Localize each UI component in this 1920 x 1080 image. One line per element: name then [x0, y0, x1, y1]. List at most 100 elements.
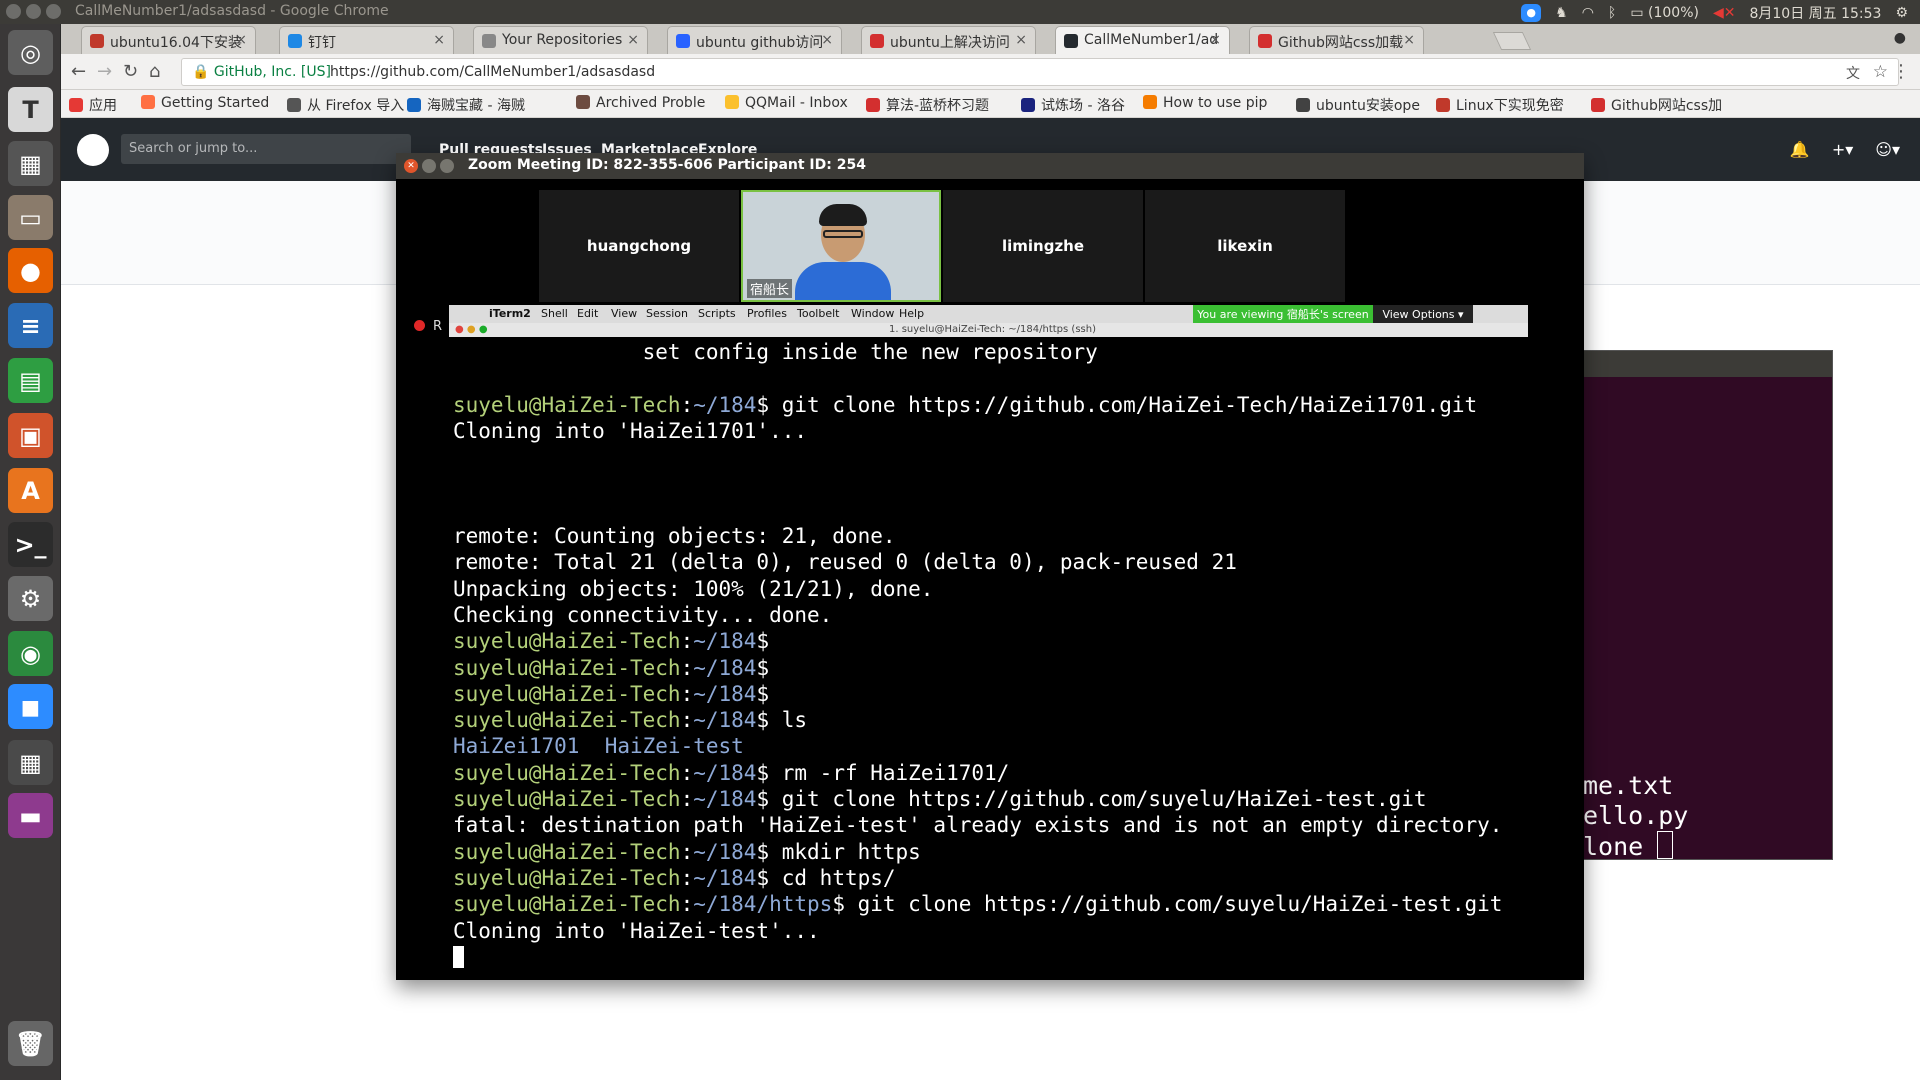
app-icon[interactable]: ▬ — [8, 793, 53, 838]
files-icon[interactable]: ▭ — [8, 195, 53, 240]
browser-tab[interactable]: ubuntu上解决访问 × — [861, 26, 1036, 54]
participant-glasses — [823, 230, 863, 238]
browser-tab[interactable]: 钉钉 × — [279, 26, 454, 54]
datetime[interactable]: 8月10日 周五 15:53 — [1749, 3, 1881, 23]
bookmark-item[interactable]: ubuntu安装ope — [1296, 95, 1420, 115]
close-tab-icon[interactable]: × — [1209, 32, 1221, 48]
settings-icon[interactable]: ⚙ — [8, 576, 53, 621]
address-bar[interactable]: 🔒 GitHub, Inc. [US] https://github.com/C… — [181, 58, 1899, 86]
zoom-titlebar[interactable]: ✕ Zoom Meeting ID: 822-355-606 Participa… — [396, 153, 1584, 179]
mac-menu-item: Shell — [541, 307, 568, 320]
mac-menu-item: Scripts — [698, 307, 736, 320]
close-tab-icon[interactable]: × — [433, 32, 445, 48]
participant-video-tile[interactable]: 宿船长 — [741, 190, 941, 302]
impress-icon[interactable]: ▣ — [8, 413, 53, 458]
close-tab-icon[interactable]: × — [235, 32, 247, 48]
bookmark-item[interactable]: 算法-蓝桥杯习题 — [866, 95, 989, 115]
terminal-line: me.txt — [1583, 771, 1674, 800]
apps-grid-icon — [69, 98, 83, 112]
terminal-line: remote: Counting objects: 21, done. — [453, 523, 1573, 549]
prompt-separator: : — [680, 655, 694, 680]
maximize-icon[interactable] — [440, 159, 454, 173]
bookmark-item[interactable]: 海贼宝藏 - 海贼 — [407, 95, 525, 115]
writer-icon[interactable]: ≡ — [8, 303, 53, 348]
participant-tile[interactable]: likexin — [1145, 190, 1345, 302]
back-icon[interactable]: ← — [71, 61, 86, 82]
zoom-icon[interactable]: ◼ — [8, 684, 53, 729]
security-indicator[interactable]: 🔒 GitHub, Inc. [US] — [192, 64, 331, 80]
maximize-icon[interactable] — [46, 4, 61, 19]
profile-icon[interactable]: ● — [1894, 30, 1906, 46]
prompt-separator: : — [680, 629, 694, 654]
recording-indicator[interactable]: R — [414, 319, 442, 334]
browser-tab[interactable]: ubuntu16.04下安装 × — [81, 26, 256, 54]
dash-icon[interactable]: ◎ — [8, 30, 53, 75]
background-terminal-window[interactable]: me.txt ello.py lone — [1578, 350, 1833, 861]
terminal-line: suyelu@HaiZei-Tech:~/184$ cd https/ — [453, 865, 1573, 891]
close-tab-icon[interactable]: × — [627, 32, 639, 48]
terminal-line: suyelu@HaiZei-Tech:~/184$ rm -rf HaiZei1… — [453, 760, 1573, 786]
penguin-icon[interactable]: ♞ — [1555, 5, 1568, 21]
wifi-icon[interactable]: ◠ — [1582, 5, 1594, 21]
bookmark-item[interactable]: Github网站css加 — [1591, 95, 1722, 115]
close-icon[interactable] — [6, 4, 21, 19]
participant-tile[interactable]: huangchong — [539, 190, 739, 302]
close-tab-icon[interactable]: × — [1403, 32, 1415, 48]
background-terminal-titlebar[interactable] — [1579, 351, 1832, 377]
bookmark-item[interactable]: 应用 — [69, 95, 117, 115]
text-editor-icon[interactable]: T — [8, 87, 53, 132]
power-icon[interactable]: ⚙ — [1895, 5, 1908, 21]
browser-tab[interactable]: CallMeNumber1/ad × — [1055, 26, 1230, 54]
github-search-input[interactable]: Search or jump to... — [121, 134, 411, 164]
calculator-icon[interactable]: ▦ — [8, 141, 53, 186]
user-avatar[interactable]: ☺▾ — [1875, 140, 1900, 159]
command-text: git clone https://github.com/HaiZei-Tech… — [769, 392, 1478, 417]
bookmark-item[interactable]: QQMail - Inbox — [725, 95, 848, 111]
volume-muted-icon[interactable]: ◀✕ — [1713, 5, 1736, 21]
bookmark-item[interactable]: Archived Proble — [576, 95, 705, 111]
terminal-line-text: lone — [1583, 832, 1644, 861]
csdn-icon — [870, 34, 884, 48]
prompt-separator: : — [680, 681, 694, 706]
bluetooth-icon[interactable]: ᛒ — [1608, 5, 1616, 21]
zoom-tray-icon[interactable]: ● — [1521, 4, 1542, 22]
participant-gallery: huangchong 宿船长 limingzhe likexin — [539, 190, 1345, 302]
bookmark-item[interactable]: 试炼场 - 洛谷 — [1021, 95, 1125, 115]
menu-icon[interactable]: ⋮ — [1892, 61, 1910, 82]
close-tab-icon[interactable]: × — [1015, 32, 1027, 48]
battery-indicator[interactable]: ▭ (100%) — [1630, 5, 1699, 21]
bookmark-star-icon[interactable]: ☆ — [1873, 62, 1888, 82]
workspace-icon[interactable]: ▦ — [8, 740, 53, 785]
calc-icon[interactable]: ▤ — [8, 358, 53, 403]
bookmark-item[interactable]: Linux下实现免密 — [1436, 95, 1564, 115]
notifications-bell-icon[interactable]: 🔔 — [1790, 140, 1810, 159]
close-icon[interactable]: ✕ — [404, 159, 418, 173]
terminal-line: suyelu@HaiZei-Tech:~/184$ mkdir https — [453, 839, 1573, 865]
browser-tab[interactable]: ubuntu github访问 × — [667, 26, 842, 54]
zoom-meeting-window[interactable]: ✕ Zoom Meeting ID: 822-355-606 Participa… — [396, 153, 1584, 980]
browser-tab[interactable]: Your Repositories × — [473, 26, 648, 54]
terminal-icon[interactable]: >_ — [8, 522, 53, 567]
record-label: R — [433, 319, 443, 334]
firefox-icon[interactable]: ● — [8, 248, 53, 293]
trash-icon[interactable]: 🗑 — [8, 1021, 53, 1066]
minimize-icon[interactable] — [26, 4, 41, 19]
reload-icon[interactable]: ↻ — [123, 61, 138, 82]
minimize-icon[interactable] — [422, 159, 436, 173]
participant-tile[interactable]: limingzhe — [943, 190, 1143, 302]
bookmark-item[interactable]: 从 Firefox 导入 — [287, 95, 404, 115]
close-tab-icon[interactable]: × — [821, 32, 833, 48]
create-new-icon[interactable]: +▾ — [1832, 140, 1853, 159]
browser-tab[interactable]: Github网站css加载 × — [1249, 26, 1424, 54]
view-options-button[interactable]: View Options ▾ — [1373, 305, 1473, 325]
forward-icon[interactable]: → — [97, 61, 112, 82]
chevron-down-icon: ▾ — [1458, 308, 1464, 321]
chrome-icon[interactable]: ◉ — [8, 631, 53, 676]
software-center-icon[interactable]: A — [8, 468, 53, 513]
home-icon[interactable]: ⌂ — [149, 61, 160, 82]
bookmark-item[interactable]: How to use pip — [1143, 95, 1267, 111]
bookmark-item[interactable]: Getting Started — [141, 95, 269, 111]
new-tab-button[interactable] — [1492, 32, 1532, 50]
github-logo-icon[interactable] — [77, 134, 109, 166]
translate-icon[interactable]: 文 — [1846, 63, 1860, 83]
